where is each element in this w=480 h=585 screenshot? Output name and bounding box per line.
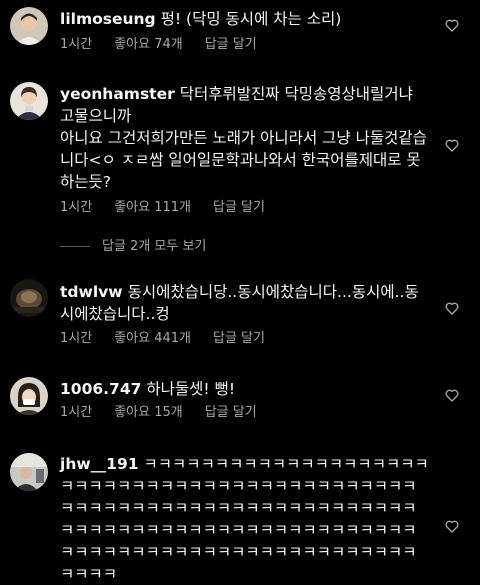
like-count[interactable]: 좋아요 441개 <box>114 330 191 348</box>
comment-text: yeonhamster 닥터후뤼발진짜 닥밍송영상내릴거냐 고물으니까 아니요 그… <box>60 83 430 193</box>
heart-outline-icon[interactable] <box>444 300 460 316</box>
view-replies-button[interactable]: 답글 2개 모두 보기 <box>60 238 206 256</box>
username[interactable]: jhw__191 <box>60 455 139 473</box>
reply-button[interactable]: 답글 달기 <box>213 199 265 217</box>
username[interactable]: 1006.747 <box>60 380 141 398</box>
username[interactable]: tdwlvw <box>60 283 123 301</box>
avatar[interactable] <box>10 279 48 317</box>
comment-meta: 1시간 좋아요 74개 답글 달기 <box>60 36 279 54</box>
timestamp: 1시간 <box>60 37 93 52</box>
like-count[interactable]: 좋아요 74개 <box>114 36 183 54</box>
timestamp: 1시간 <box>60 405 93 420</box>
view-replies-label: 답글 2개 모두 보기 <box>102 239 207 254</box>
comment-meta: 1시간 좋아요 15개 답글 달기 <box>60 404 279 422</box>
comment-body: 하나둘셋! 뻥! <box>146 380 236 398</box>
comment-text: 1006.747 하나둘셋! 뻥! <box>60 378 430 400</box>
avatar[interactable] <box>10 82 48 120</box>
avatar[interactable] <box>10 453 48 491</box>
comment-body: 펑! (닥밍 동시에 차는 소리) <box>160 10 342 28</box>
username[interactable]: yeonhamster <box>60 85 175 103</box>
comment-text: lilmoseung 펑! (닥밍 동시에 차는 소리) <box>60 8 430 30</box>
like-count[interactable]: 좋아요 15개 <box>114 404 183 422</box>
avatar[interactable] <box>10 7 48 45</box>
username[interactable]: lilmoseung <box>60 10 156 28</box>
comment-text: jhw__191 ㅋㅋㅋㅋㅋㅋㅋㅋㅋㅋㅋㅋㅋㅋㅋㅋㅋㅋㅋㅋㅋㅋㅋㅋㅋㅋㅋㅋㅋㅋㅋㅋ… <box>60 453 430 585</box>
comment-text: tdwlvw 동시에찼습니당..동시에찼습니다...동시에..동시에찼습니다..컹 <box>60 281 430 325</box>
comment-meta: 1시간 좋아요 441개 답글 달기 <box>60 330 287 348</box>
timestamp: 1시간 <box>60 200 93 215</box>
like-count[interactable]: 좋아요 111개 <box>114 199 191 217</box>
timestamp: 1시간 <box>60 331 93 346</box>
reply-button[interactable]: 답글 달기 <box>205 404 257 422</box>
replies-divider <box>60 246 90 247</box>
comment-meta: 1시간 좋아요 111개 답글 달기 <box>60 199 287 217</box>
heart-outline-icon[interactable] <box>444 518 460 534</box>
reply-button[interactable]: 답글 달기 <box>205 36 257 54</box>
reply-button[interactable]: 답글 달기 <box>213 330 265 348</box>
heart-outline-icon[interactable] <box>444 17 460 33</box>
comment-body: ㅋㅋㅋㅋㅋㅋㅋㅋㅋㅋㅋㅋㅋㅋㅋㅋㅋㅋㅋㅋㅋㅋㅋㅋㅋㅋㅋㅋㅋㅋㅋㅋㅋㅋㅋㅋㅋㅋㅋㅋ… <box>60 455 429 583</box>
heart-outline-icon[interactable] <box>444 137 460 153</box>
heart-outline-icon[interactable] <box>444 387 460 403</box>
avatar[interactable] <box>10 377 48 415</box>
